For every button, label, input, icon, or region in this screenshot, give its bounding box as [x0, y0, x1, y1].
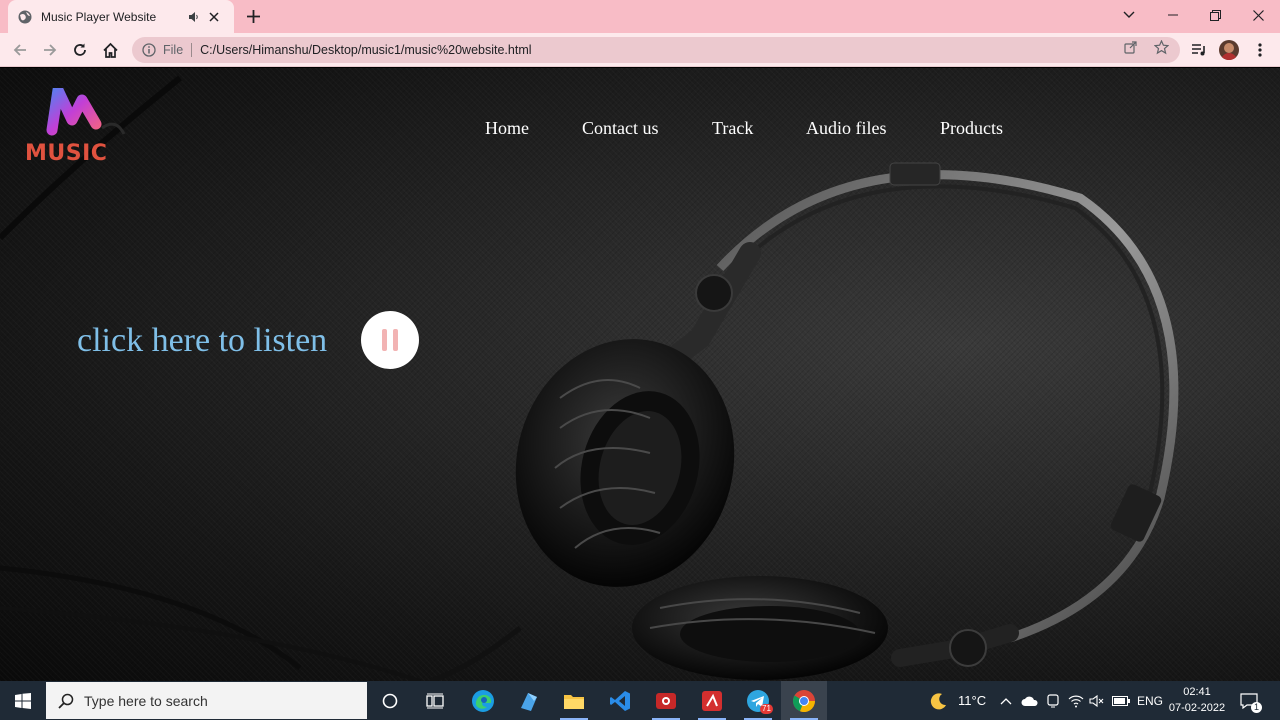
language-indicator[interactable]: ENG	[1137, 681, 1163, 720]
page-viewport: MUSIC Home Contact us Track Audio files …	[0, 68, 1280, 681]
reload-button[interactable]	[68, 38, 92, 62]
nav-contact-us[interactable]: Contact us	[582, 118, 659, 139]
speaker-icon[interactable]	[184, 7, 204, 27]
edge-browser-icon[interactable]	[460, 681, 506, 720]
home-button[interactable]	[98, 38, 122, 62]
nav-track[interactable]: Track	[712, 118, 753, 139]
forward-button[interactable]	[38, 38, 62, 62]
browser-toolbar: File C:/Users/Himanshu/Desktop/music1/mu…	[0, 33, 1280, 67]
battery-icon[interactable]	[1112, 681, 1130, 720]
listen-cta-text: click here to listen	[77, 322, 328, 359]
system-clock[interactable]: 02:41 07-02-2022	[1162, 684, 1232, 716]
pause-icon-bar	[393, 329, 398, 351]
windows-start-button[interactable]	[0, 681, 46, 720]
share-icon[interactable]	[1122, 38, 1140, 56]
profile-avatar[interactable]	[1217, 38, 1241, 62]
nav-products[interactable]: Products	[940, 118, 1003, 139]
weather-widget[interactable]: 11°C	[928, 681, 986, 720]
moon-icon	[930, 692, 946, 709]
task-view-icon[interactable]	[412, 681, 458, 720]
new-tab-button[interactable]	[243, 6, 263, 26]
avatar	[1219, 40, 1239, 60]
menu-icon[interactable]	[1248, 38, 1272, 62]
nav-audio-files[interactable]: Audio files	[806, 118, 887, 139]
pause-button[interactable]	[361, 311, 419, 369]
media-control-icon[interactable]	[1187, 38, 1211, 62]
close-tab-icon[interactable]	[204, 7, 224, 27]
notification-count: 1	[1251, 702, 1262, 713]
onedrive-icon[interactable]	[1021, 681, 1039, 720]
windows-taskbar: Type here to search 71 11°C ENG 02:41 07…	[0, 681, 1280, 720]
close-window-button[interactable]	[1236, 0, 1280, 30]
back-button[interactable]	[8, 38, 32, 62]
browser-tab[interactable]: Music Player Website	[8, 0, 234, 33]
volume-muted-icon[interactable]	[1089, 681, 1105, 720]
file-label: File	[163, 43, 193, 57]
minimize-button[interactable]	[1151, 0, 1195, 30]
wifi-icon[interactable]	[1068, 681, 1084, 720]
logo-text: MUSIC	[25, 141, 108, 166]
url-text[interactable]: C:/Users/Himanshu/Desktop/music1/music%2…	[200, 43, 531, 57]
screen-recorder-icon[interactable]	[643, 681, 689, 720]
telegram-icon[interactable]: 71	[735, 681, 781, 720]
taskbar-search-input[interactable]: Type here to search	[46, 682, 367, 719]
vscode-icon[interactable]	[597, 681, 643, 720]
notification-center-icon[interactable]: 1	[1240, 681, 1262, 720]
tray-overflow-icon[interactable]	[1000, 681, 1012, 720]
clock-date: 07-02-2022	[1168, 702, 1226, 714]
telegram-badge: 71	[760, 704, 773, 714]
address-bar[interactable]: File C:/Users/Himanshu/Desktop/music1/mu…	[132, 37, 1180, 63]
cortana-icon[interactable]	[367, 681, 413, 720]
restore-button[interactable]	[1193, 0, 1237, 30]
nav-home[interactable]: Home	[485, 118, 529, 139]
info-icon[interactable]	[142, 43, 156, 57]
meet-now-icon[interactable]	[1046, 681, 1060, 720]
file-explorer-icon[interactable]	[551, 681, 597, 720]
globe-icon	[18, 10, 32, 23]
tab-title: Music Player Website	[41, 9, 157, 24]
chrome-icon[interactable]	[781, 681, 827, 720]
clock-time: 02:41	[1183, 686, 1211, 698]
main-nav: Home Contact us Track Audio files Produc…	[0, 118, 1280, 142]
headphones-background-image	[0, 75, 1179, 681]
search-icon	[58, 693, 74, 709]
bookmark-star-icon[interactable]	[1152, 38, 1170, 56]
tab-search-icon[interactable]	[1107, 0, 1151, 30]
app-icon-red[interactable]	[689, 681, 735, 720]
weather-temp: 11°C	[958, 693, 987, 708]
search-placeholder: Type here to search	[84, 692, 208, 709]
app-icon-blue[interactable]	[506, 681, 552, 720]
pause-icon	[382, 329, 387, 351]
browser-titlebar: Music Player Website	[0, 0, 1280, 33]
